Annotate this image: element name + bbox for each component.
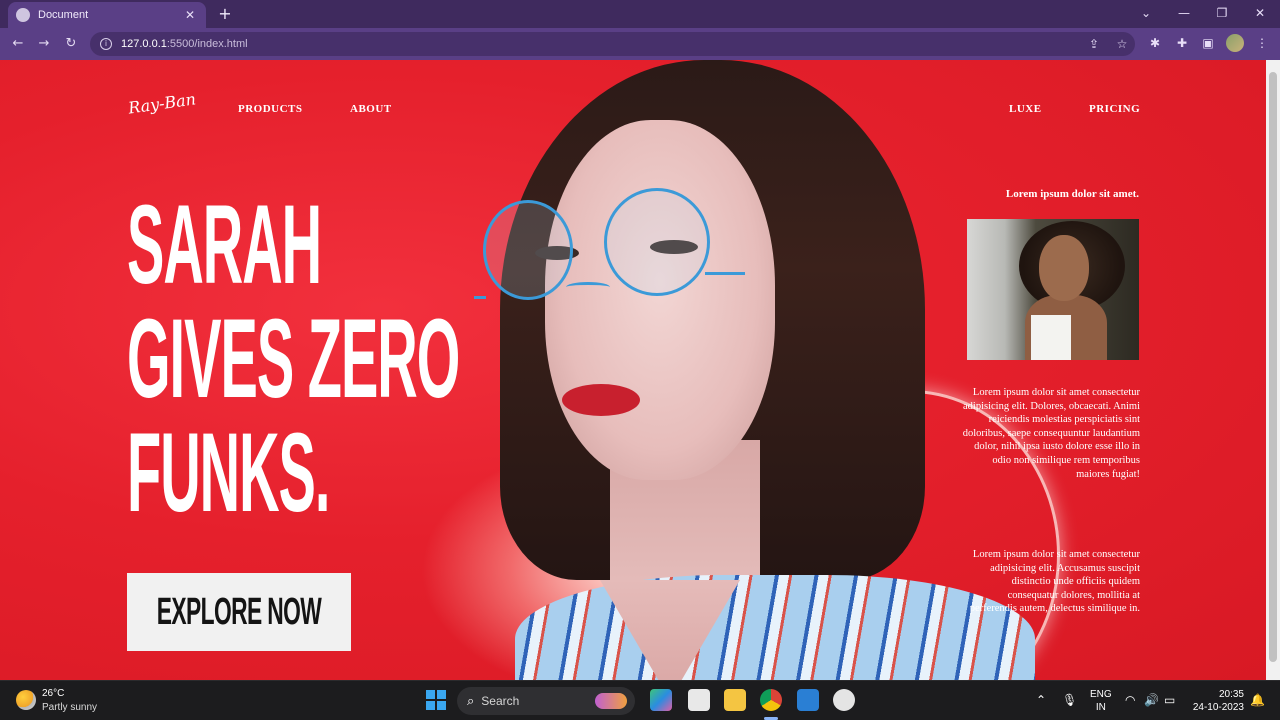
forward-arrow-icon[interactable]: → (34, 35, 54, 53)
page-viewport: Ray-Ban PRODUCTS ABOUT LUXE PRICING SARA… (0, 60, 1266, 680)
language-code: ENG (1090, 689, 1112, 700)
maximize-button[interactable]: ❐ (1207, 4, 1237, 22)
browser-titlebar: Document ✕ + ⌄ — ❐ ✕ (0, 0, 1280, 28)
minimize-button[interactable]: — (1169, 4, 1199, 22)
headline-line-1: SARAH (127, 182, 322, 307)
tab-close-icon[interactable]: ✕ (182, 8, 198, 22)
share-icon[interactable]: ⇪ (1086, 37, 1102, 51)
new-tab-button[interactable]: + (216, 4, 234, 24)
browser-tab[interactable]: Document ✕ (8, 2, 206, 28)
sidebar-photo-face (1039, 235, 1089, 301)
file-explorer-icon[interactable] (724, 689, 746, 711)
search-highlight-icon (595, 693, 627, 709)
tab-title: Document (38, 9, 89, 21)
headline-line-2: GIVES ZERO (127, 296, 460, 421)
nav-link-luxe[interactable]: LUXE (1009, 103, 1042, 115)
vscode-icon[interactable] (797, 689, 819, 711)
explore-now-label: EXPLORE NOW (156, 590, 322, 633)
hero-photo-shirt (515, 575, 1035, 680)
explore-now-button[interactable]: EXPLORE NOW (127, 573, 351, 651)
show-hidden-icons-icon[interactable]: ⌃ (1036, 693, 1046, 707)
url-path: :5500/index.html (166, 38, 248, 50)
headline-line-3: FUNKS. (127, 410, 330, 535)
glasses-lens-left (483, 200, 573, 300)
sidebar-caption: Lorem ipsum dolor sit amet. (1005, 188, 1139, 200)
weather-temperature[interactable]: 26°C (42, 688, 64, 699)
scrollbar-thumb[interactable] (1269, 72, 1277, 662)
search-label: Search (481, 694, 520, 708)
task-view-icon[interactable] (688, 689, 710, 711)
sidebar-photo (967, 219, 1139, 360)
hero-photo-face (545, 120, 775, 480)
glasses-arm-left (474, 296, 486, 299)
rayban-logo[interactable]: Ray-Ban (127, 89, 197, 117)
extension-icon[interactable]: ✱ (1147, 36, 1163, 50)
system-clock[interactable]: 20:35 24-10-2023 (1184, 688, 1244, 714)
tab-search-icon[interactable]: ⌄ (1131, 4, 1161, 22)
windows-taskbar: 26°C Partly sunny ⌕ Search ⌃ 🎙 ENG IN ◠ … (0, 680, 1280, 720)
sidebar-paragraph-1: Lorem ipsum dolor sit amet consectetur a… (962, 387, 1140, 480)
back-arrow-icon[interactable]: ← (8, 35, 28, 53)
copilot-icon[interactable] (650, 689, 672, 711)
battery-icon[interactable]: ▭ (1164, 693, 1175, 707)
notification-bell-icon[interactable]: 🔔 (1250, 693, 1265, 707)
info-icon[interactable]: i (100, 38, 112, 50)
microphone-icon[interactable]: 🎙 (1062, 693, 1077, 707)
github-desktop-icon[interactable] (833, 689, 855, 711)
chrome-icon[interactable] (760, 689, 782, 711)
sidebar-paragraph-2: Lorem ipsum dolor sit amet consectetur a… (969, 549, 1140, 615)
language-region: IN (1095, 702, 1106, 713)
hero-headline: SARAH GIVES ZERO FUNKS. (127, 182, 460, 535)
weather-description[interactable]: Partly sunny (42, 702, 97, 713)
glasses-lens-right (604, 188, 710, 296)
page-scrollbar[interactable] (1266, 60, 1280, 680)
hero-photo-lips (562, 384, 640, 416)
puzzle-icon[interactable]: ✚ (1174, 36, 1190, 50)
clock-time: 20:35 (1218, 689, 1244, 700)
sidepanel-icon[interactable]: ▣ (1200, 36, 1216, 50)
search-icon: ⌕ (467, 693, 475, 709)
weather-icon[interactable] (16, 690, 36, 710)
nav-link-about[interactable]: ABOUT (350, 103, 392, 115)
reload-icon[interactable]: ↻ (61, 35, 81, 53)
start-windows-icon[interactable] (426, 690, 446, 710)
sidebar-photo-top (1031, 315, 1071, 360)
close-window-button[interactable]: ✕ (1245, 4, 1275, 22)
language-indicator[interactable]: ENG IN (1090, 688, 1112, 714)
glasses-bridge (566, 282, 610, 292)
glasses-arm (705, 272, 745, 275)
profile-avatar[interactable] (1226, 34, 1244, 52)
menu-icon[interactable]: ⋮ (1254, 36, 1270, 50)
nav-link-products[interactable]: PRODUCTS (238, 103, 303, 115)
wifi-icon[interactable]: ◠ (1125, 693, 1135, 707)
url-host: 127.0.0.1 (121, 38, 167, 50)
address-bar[interactable]: i 127.0.0.1 :5500/index.html ⇪ ☆ (90, 32, 1135, 56)
browser-toolbar: ← → ↻ i 127.0.0.1 :5500/index.html ⇪ ☆ (0, 28, 1280, 60)
clock-date: 24-10-2023 (1192, 702, 1244, 713)
nav-link-pricing[interactable]: PRICING (1089, 103, 1140, 115)
globe-icon (16, 8, 30, 22)
taskbar-search[interactable]: ⌕ Search (457, 687, 635, 715)
star-icon[interactable]: ☆ (1114, 37, 1130, 51)
volume-icon[interactable]: 🔊 (1144, 693, 1159, 707)
